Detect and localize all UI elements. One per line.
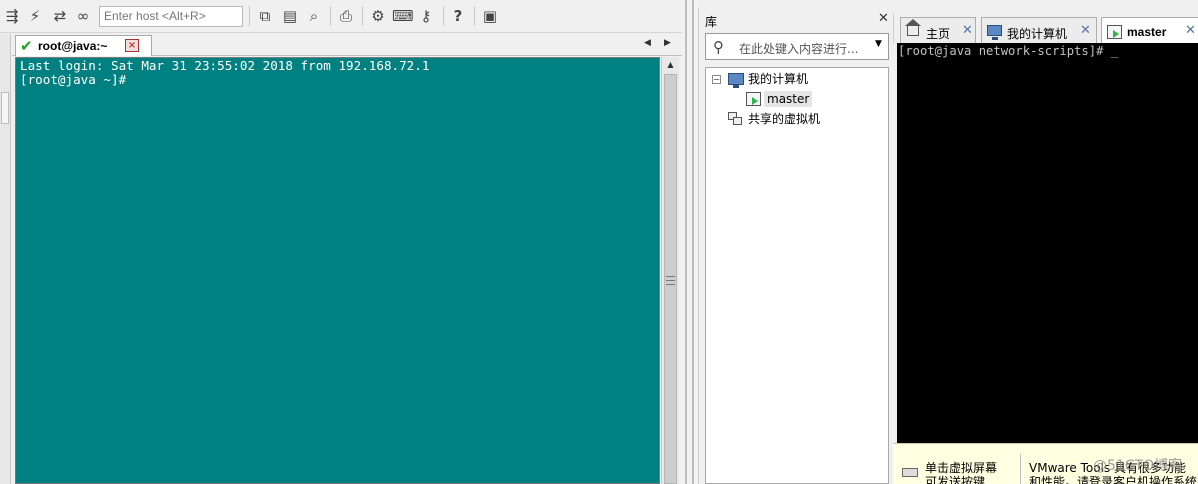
screen-icon[interactable]: ▣	[480, 6, 500, 26]
computer-icon	[987, 25, 1002, 40]
tab-my-computer-label: 我的计算机	[1007, 27, 1068, 41]
session-tab-label: root@java:~	[38, 39, 108, 53]
close-tab-icon[interactable]: ✕	[1185, 23, 1196, 38]
library-title: 库	[705, 15, 718, 29]
close-tab-icon[interactable]: ✕	[962, 23, 973, 38]
toolbar-divider	[362, 6, 363, 26]
window-divider	[682, 0, 698, 484]
connect-bar-icon[interactable]: ⇶	[2, 6, 22, 26]
securecrt-window: ⇶ ⚡ ⇄ ∞ Enter host <Alt+R> ⧉ ▤ ⌕ ⎙ ⚙ ⌨ ⚷…	[0, 0, 682, 484]
scroll-up-icon[interactable]: ▲	[662, 57, 679, 73]
copy-icon[interactable]: ⧉	[255, 6, 275, 26]
library-close-icon[interactable]: ✕	[878, 11, 889, 26]
terminal-area[interactable]: Last login: Sat Mar 31 23:55:02 2018 fro…	[15, 57, 660, 484]
shared-vms-icon	[728, 112, 743, 126]
library-tree: − 我的计算机 master 共享的虚拟机	[705, 67, 889, 484]
host-input[interactable]: Enter host <Alt+R>	[99, 6, 243, 27]
sftp-icon[interactable]: ⚷	[416, 6, 436, 26]
toolbar-divider	[474, 6, 475, 26]
terminal-scrollbar[interactable]: ▲	[661, 57, 679, 484]
vm-console[interactable]: [root@java network-scripts]# _	[897, 43, 1198, 443]
tab-my-computer[interactable]: 我的计算机 ✕	[981, 17, 1097, 44]
link-icon[interactable]: ∞	[73, 6, 93, 26]
library-search-input[interactable]: ⚲ 在此处键入内容进行... ▼	[705, 33, 889, 60]
search-dropdown-icon[interactable]: ▼	[875, 39, 882, 49]
tab-master[interactable]: master ✕	[1101, 17, 1198, 44]
print-icon[interactable]: ⎙	[336, 6, 356, 26]
tab-session-root[interactable]: ✔ root@java:~ ×	[15, 35, 152, 56]
terminal-line: Last login: Sat Mar 31 23:55:02 2018 fro…	[20, 58, 430, 73]
library-panel: 库 ✕ ⚲ 在此处键入内容进行... ▼ − 我的计算机 master 共享的虚…	[698, 8, 892, 484]
toolbar: ⇶ ⚡ ⇄ ∞ Enter host <Alt+R> ⧉ ▤ ⌕ ⎙ ⚙ ⌨ ⚷…	[0, 0, 682, 33]
hint-separator	[1020, 454, 1021, 484]
vm-tabbar: 主页 ✕ 我的计算机 ✕ master ✕	[893, 13, 1198, 44]
settings-icon[interactable]: ⚙	[368, 6, 388, 26]
help-icon[interactable]: ?	[448, 6, 468, 26]
find-icon[interactable]: ⌕	[304, 6, 324, 26]
hint-click-screen: 单击虚拟屏幕 可发送按键	[925, 461, 998, 484]
vm-running-icon	[746, 92, 761, 106]
lightning-icon[interactable]: ⚡	[25, 6, 45, 26]
terminal-prompt: [root@java ~]#	[20, 72, 127, 87]
watermark: @51CTO博客	[1093, 458, 1183, 474]
keyboard-icon	[902, 468, 918, 477]
strip-tab[interactable]	[1, 92, 9, 124]
toolbar-divider	[443, 6, 444, 26]
vm-running-icon	[1107, 25, 1122, 39]
reconnect-icon[interactable]: ⇄	[50, 6, 70, 26]
search-icon: ⚲	[713, 38, 724, 56]
keymap-icon[interactable]: ⌨	[392, 6, 414, 26]
computer-icon	[728, 73, 744, 88]
tree-item-master[interactable]: master	[764, 91, 813, 107]
session-tabbar: ✔ root@java:~ × ◀ ▶	[12, 34, 682, 56]
tab-scroll-right-icon[interactable]: ▶	[664, 38, 671, 48]
search-placeholder: 在此处键入内容进行...	[739, 42, 859, 56]
scroll-grip-icon	[666, 276, 675, 285]
tab-home[interactable]: 主页 ✕	[900, 17, 976, 44]
toolbar-divider	[249, 6, 250, 26]
session-manager-strip[interactable]	[0, 34, 11, 484]
close-tab-icon[interactable]: ×	[125, 39, 139, 52]
tree-item-shared-vms[interactable]: 共享的虚拟机	[748, 111, 820, 127]
home-icon	[905, 19, 921, 36]
tab-home-label: 主页	[926, 27, 951, 41]
paste-icon[interactable]: ▤	[280, 6, 300, 26]
tab-scroll-left-icon[interactable]: ◀	[644, 38, 651, 48]
tab-master-label: master	[1127, 25, 1167, 39]
tree-item-my-computer[interactable]: 我的计算机	[748, 71, 808, 87]
close-tab-icon[interactable]: ✕	[1080, 23, 1091, 38]
connected-check-icon: ✔	[20, 37, 33, 55]
toolbar-divider	[330, 6, 331, 26]
collapse-icon[interactable]: −	[712, 75, 721, 84]
console-line: [root@java network-scripts]# _	[898, 44, 1119, 58]
